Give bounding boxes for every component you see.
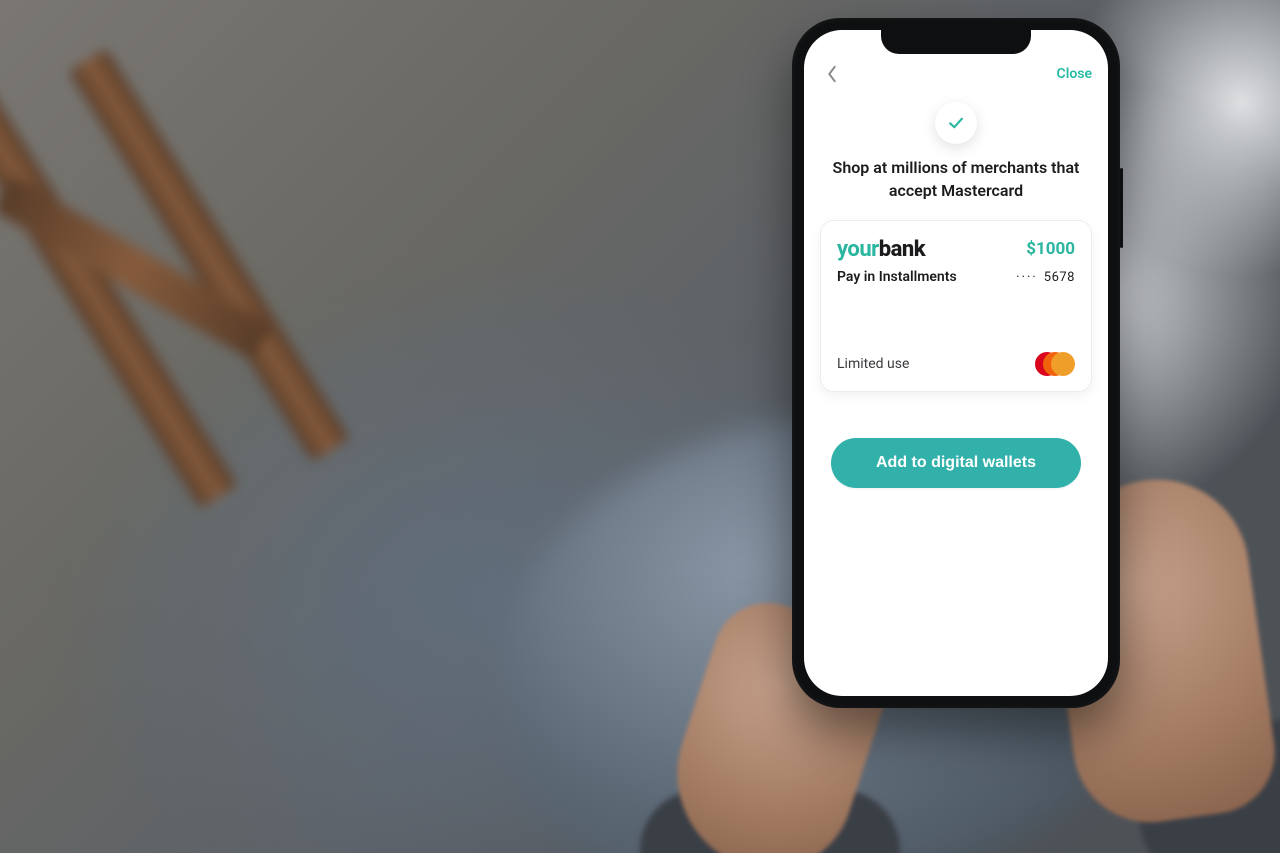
phone-notch xyxy=(881,30,1031,54)
add-to-wallets-button[interactable]: Add to digital wallets xyxy=(831,438,1081,488)
card-last4-digits: 5678 xyxy=(1044,270,1075,285)
card-amount: $1000 xyxy=(1026,239,1075,259)
headline-text: Shop at millions of merchants that accep… xyxy=(820,156,1092,202)
card-last4: ···· 5678 xyxy=(1016,270,1075,285)
close-button[interactable]: Close xyxy=(1057,66,1092,82)
card-limited-label: Limited use xyxy=(837,356,909,372)
back-button[interactable] xyxy=(820,62,844,86)
card-subtitle: Pay in Installments xyxy=(837,269,957,285)
bank-logo: yourbank xyxy=(837,239,925,261)
topbar: Close xyxy=(820,60,1092,88)
phone-screen: Close Shop at millions of merchants that… xyxy=(804,30,1108,696)
phone-frame: Close Shop at millions of merchants that… xyxy=(792,18,1120,708)
bank-logo-suffix: bank xyxy=(879,237,925,262)
background-stool xyxy=(0,0,427,587)
card-masked-dots: ···· xyxy=(1016,270,1038,285)
virtual-card[interactable]: yourbank $1000 Pay in Installments ···· 5… xyxy=(820,220,1092,392)
mastercard-icon xyxy=(1035,351,1075,377)
app-root: Close Shop at millions of merchants that… xyxy=(804,30,1108,696)
success-badge xyxy=(935,102,977,144)
chevron-left-icon xyxy=(826,65,838,83)
bank-logo-prefix: your xyxy=(837,237,879,262)
scene-background: Close Shop at millions of merchants that… xyxy=(0,0,1280,853)
checkmark-icon xyxy=(946,113,966,133)
